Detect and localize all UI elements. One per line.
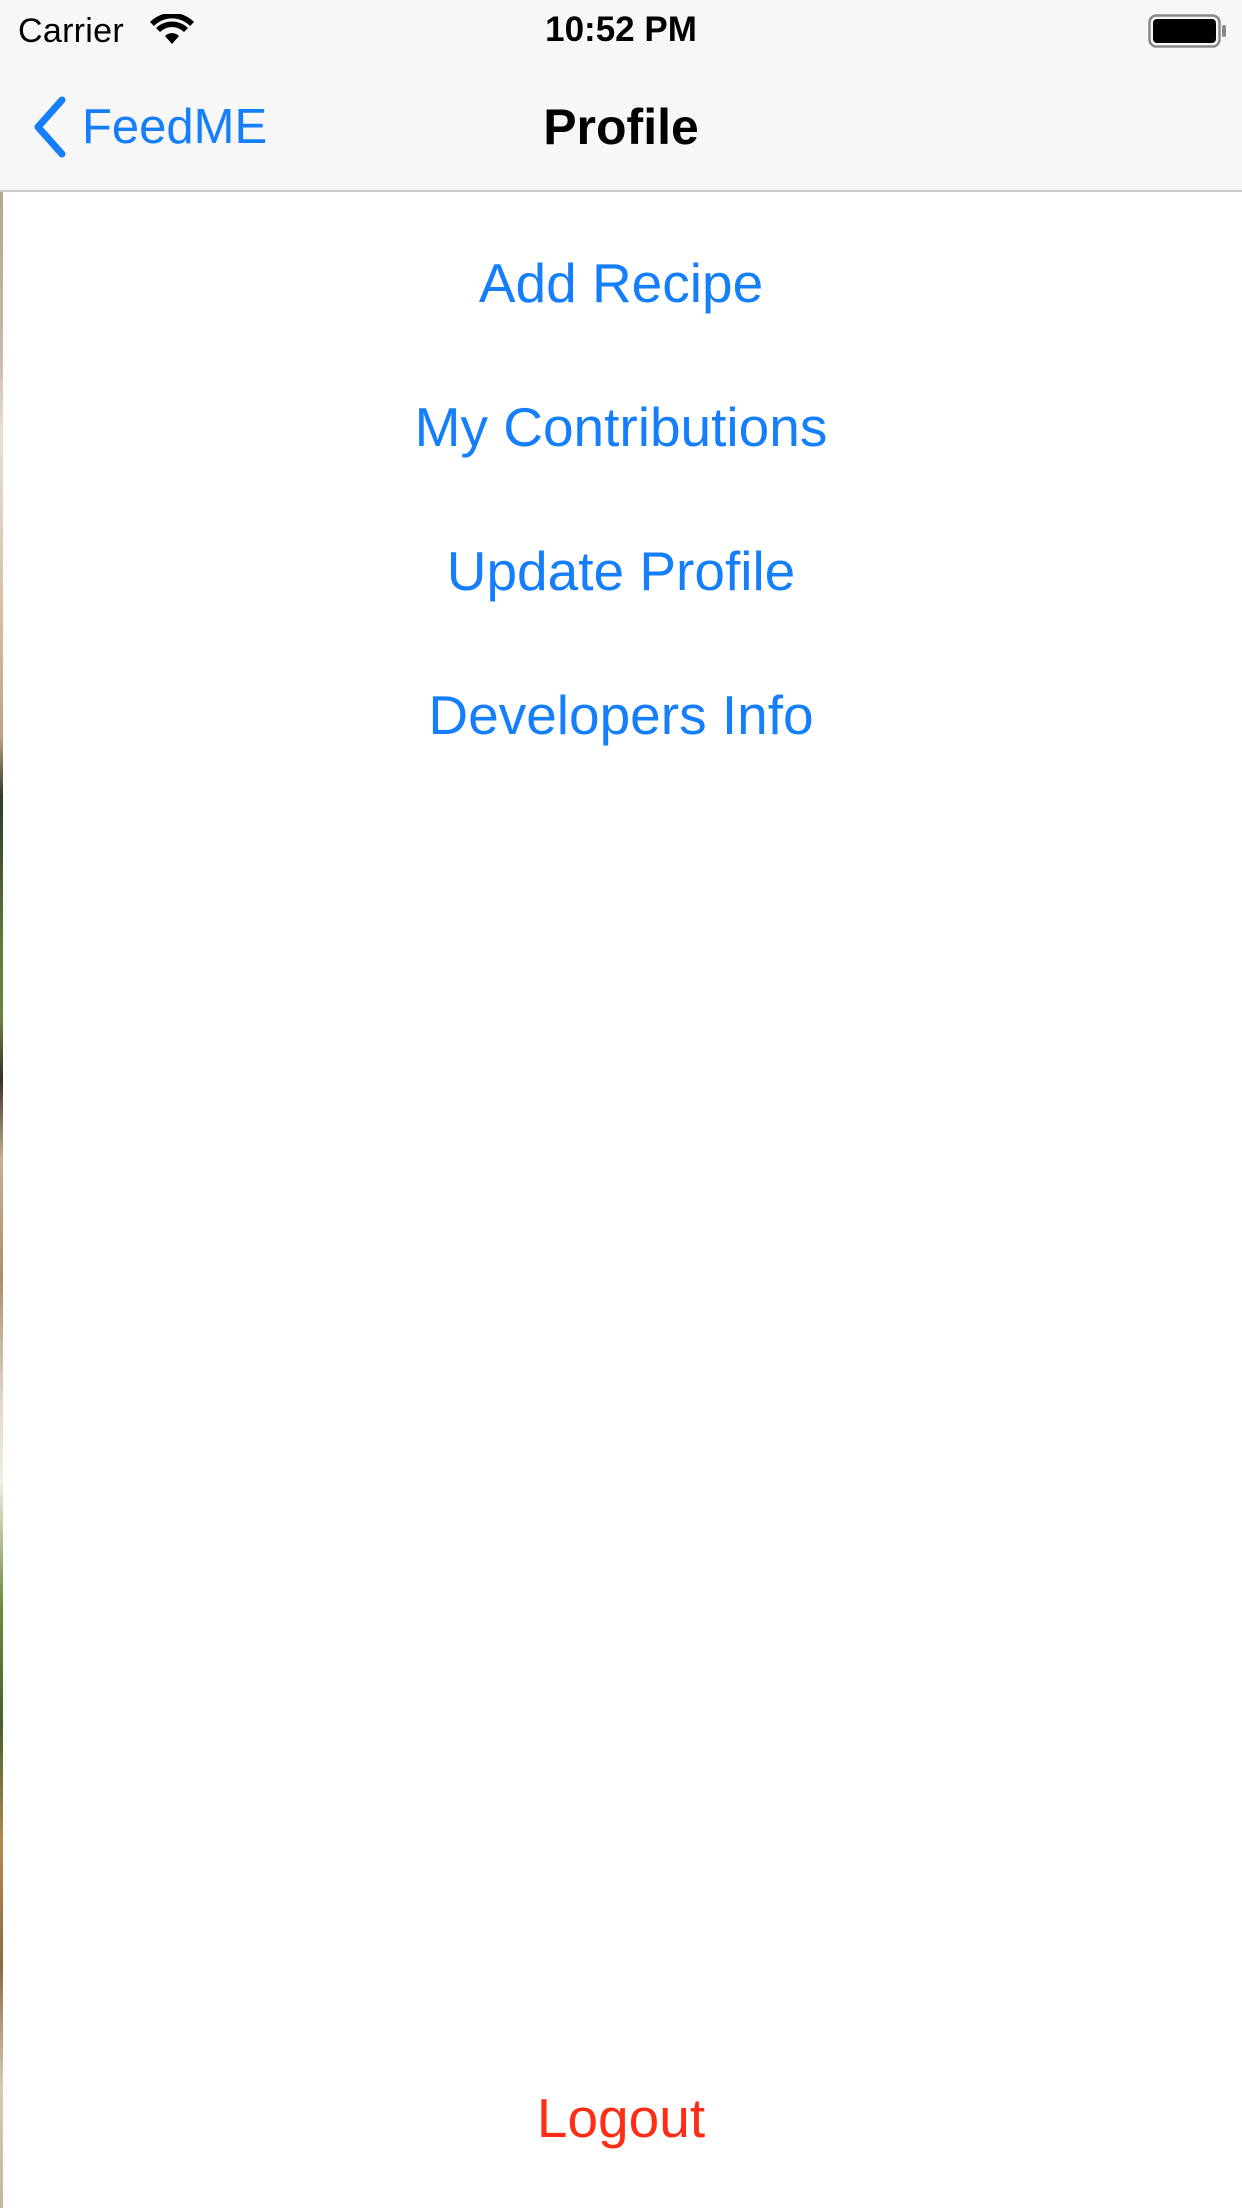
- developers-info-button[interactable]: Developers Info: [0, 665, 1242, 765]
- add-recipe-button[interactable]: Add Recipe: [0, 233, 1242, 333]
- update-profile-button[interactable]: Update Profile: [0, 521, 1242, 621]
- background-image-edge: [0, 192, 3, 2208]
- page-title: Profile: [543, 99, 699, 155]
- navigation-bar: FeedME Profile: [0, 60, 1242, 192]
- battery-icon: [1148, 14, 1226, 48]
- logout-button[interactable]: Logout: [0, 2068, 1242, 2168]
- status-bar: Carrier 10:52 PM: [0, 0, 1242, 60]
- my-contributions-button[interactable]: My Contributions: [0, 377, 1242, 477]
- profile-screen: Carrier 10:52 PM FeedME Profile Add Reci…: [0, 0, 1242, 2208]
- status-time: 10:52 PM: [545, 10, 697, 49]
